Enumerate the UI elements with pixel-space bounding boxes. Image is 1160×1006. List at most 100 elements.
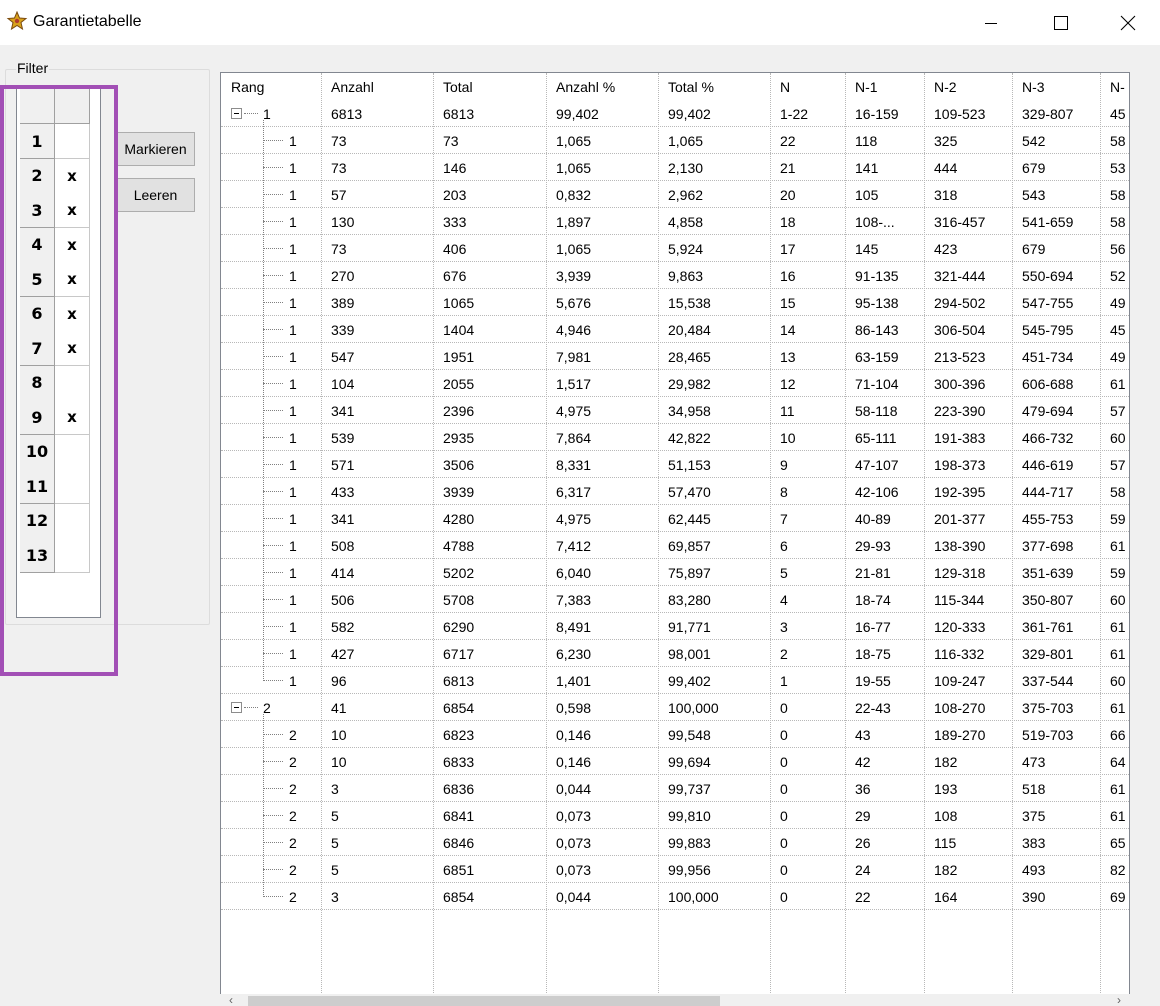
- tree-group-row[interactable]: 2 41 6854 0,598 100,000 0 22-43 108-270 375-703 6…: [221, 694, 1129, 721]
- table-row[interactable]: 1 341 2396 4,975 34,958 11 58-118 223-390 479-69…: [221, 397, 1129, 424]
- cell-anzahl-pct: 8,331: [556, 456, 592, 473]
- filter-row[interactable]: 9x: [20, 400, 90, 435]
- cell-anzahl: 5: [331, 861, 339, 878]
- minimize-button[interactable]: [956, 0, 1026, 45]
- table-row[interactable]: 2 3 6854 0,044 100,000 0 22 164 390 69: [221, 883, 1129, 910]
- table-row[interactable]: 2 5 6851 0,073 99,956 0 24 182 493 82: [221, 856, 1129, 883]
- filter-row-mark[interactable]: [55, 434, 90, 470]
- collapse-icon[interactable]: [231, 108, 242, 119]
- table-row[interactable]: 1 582 6290 8,491 91,771 3 16-77 120-333 361-761 6…: [221, 613, 1129, 640]
- column-header[interactable]: Total %: [668, 73, 714, 100]
- leeren-button[interactable]: Leeren: [116, 178, 195, 212]
- collapse-icon[interactable]: [231, 702, 242, 713]
- table-row[interactable]: 1 73 146 1,065 2,130 21 141 444 679 53: [221, 154, 1129, 181]
- cell-n1: 95-138: [855, 294, 899, 311]
- filter-row-number: 1: [20, 124, 55, 159]
- filter-row-mark[interactable]: [55, 365, 90, 401]
- cell-n3: 451-734: [1022, 348, 1074, 365]
- horizontal-scrollbar[interactable]: ‹ ›: [220, 994, 1130, 1006]
- tree-connector: [263, 653, 283, 654]
- table-row[interactable]: 1 571 3506 8,331 51,153 9 47-107 198-373 446-619…: [221, 451, 1129, 478]
- table-row[interactable]: 1 104 2055 1,517 29,982 12 71-104 300-396 606-68…: [221, 370, 1129, 397]
- filter-row-mark[interactable]: x: [55, 296, 90, 332]
- cell-rang: 1: [289, 267, 297, 284]
- column-header[interactable]: Total: [443, 73, 473, 100]
- guarantee-tree-table[interactable]: Rang Anzahl Total Anzahl % Total % N N-1 N-2 N-3…: [220, 72, 1130, 1006]
- table-row[interactable]: 1 130 333 1,897 4,858 18 108-... 316-457 541-659…: [221, 208, 1129, 235]
- filter-row-mark[interactable]: [55, 469, 90, 504]
- filter-row[interactable]: 8: [20, 365, 90, 401]
- filter-row-mark[interactable]: x: [55, 262, 90, 297]
- table-row[interactable]: 1 341 4280 4,975 62,445 7 40-89 201-377 455-753 5…: [221, 505, 1129, 532]
- column-header[interactable]: N-3: [1022, 73, 1045, 100]
- table-row[interactable]: 1 539 2935 7,864 42,822 10 65-111 191-383 466-73…: [221, 424, 1129, 451]
- cell-n1: 58-118: [855, 402, 898, 419]
- filter-row[interactable]: 3x: [20, 193, 90, 228]
- filter-row[interactable]: 1: [20, 124, 90, 159]
- filter-row-mark[interactable]: x: [55, 158, 90, 194]
- tree-connector: [263, 140, 283, 141]
- table-row[interactable]: 1 73 73 1,065 1,065 22 118 325 542 58: [221, 127, 1129, 154]
- cell-total-pct: 4,858: [668, 213, 704, 230]
- filter-row-mark[interactable]: x: [55, 400, 90, 435]
- filter-grid[interactable]: 1 2 x 3 x 4 x 5 x 6 x 7 x 8 9 x 10 11 12 13: [16, 85, 101, 618]
- filter-row-mark[interactable]: [55, 124, 90, 159]
- filter-row-mark[interactable]: [55, 503, 90, 539]
- filter-row-mark[interactable]: x: [55, 227, 90, 263]
- column-header[interactable]: N-: [1110, 73, 1125, 100]
- title-bar: Garantietabelle: [0, 0, 1160, 45]
- cell-total: 6841: [443, 807, 475, 824]
- column-header[interactable]: N: [780, 73, 790, 100]
- cell-n2: 191-383: [934, 429, 986, 446]
- tree-connector: [263, 275, 283, 276]
- table-row[interactable]: 2 10 6823 0,146 99,548 0 43 189-270 519-703 66: [221, 721, 1129, 748]
- filter-row-mark[interactable]: [55, 538, 90, 573]
- cell-n4: 57: [1110, 456, 1126, 473]
- maximize-button[interactable]: [1026, 0, 1096, 45]
- table-row[interactable]: 1 339 1404 4,946 20,484 14 86-143 306-504 545-79…: [221, 316, 1129, 343]
- filter-row[interactable]: 11: [20, 469, 90, 504]
- filter-row[interactable]: 2x: [20, 158, 90, 194]
- table-row[interactable]: 2 5 6841 0,073 99,810 0 29 108 375 61: [221, 802, 1129, 829]
- table-row[interactable]: 1 427 6717 6,230 98,001 2 18-75 116-332 329-801 6…: [221, 640, 1129, 667]
- table-row[interactable]: 1 57 203 0,832 2,962 20 105 318 543 58: [221, 181, 1129, 208]
- cell-anzahl: 5: [331, 834, 339, 851]
- filter-row[interactable]: 4x: [20, 227, 90, 263]
- filter-row[interactable]: 6x: [20, 296, 90, 332]
- scrollbar-thumb[interactable]: [248, 996, 720, 1006]
- table-row[interactable]: 1 73 406 1,065 5,924 17 145 423 679 56: [221, 235, 1129, 262]
- filter-row[interactable]: 7x: [20, 331, 90, 366]
- tree-connector: [263, 815, 283, 816]
- cell-n1: 29-93: [855, 537, 891, 554]
- chevron-right-icon[interactable]: ›: [1110, 994, 1128, 1006]
- markieren-button[interactable]: Markieren: [116, 132, 195, 166]
- column-header[interactable]: Anzahl: [331, 73, 374, 100]
- table-row[interactable]: 1 389 1065 5,676 15,538 15 95-138 294-502 547-75…: [221, 289, 1129, 316]
- filter-row[interactable]: 12: [20, 503, 90, 539]
- table-row[interactable]: 1 270 676 3,939 9,863 16 91-135 321-444 550-694 5…: [221, 262, 1129, 289]
- table-row[interactable]: 1 506 5708 7,383 83,280 4 18-74 115-344 350-807 6…: [221, 586, 1129, 613]
- filter-row-mark[interactable]: x: [55, 193, 90, 228]
- filter-row[interactable]: 13: [20, 538, 90, 573]
- table-row[interactable]: 1 414 5202 6,040 75,897 5 21-81 129-318 351-639 5…: [221, 559, 1129, 586]
- table-row[interactable]: 1 547 1951 7,981 28,465 13 63-159 213-523 451-73…: [221, 343, 1129, 370]
- tree-group-row[interactable]: 1 6813 6813 99,402 99,402 1-22 16-159 109-523 32…: [221, 100, 1129, 127]
- table-row[interactable]: 1 96 6813 1,401 99,402 1 19-55 109-247 337-544 60: [221, 667, 1129, 694]
- table-row[interactable]: 1 508 4788 7,412 69,857 6 29-93 138-390 377-698 6…: [221, 532, 1129, 559]
- filter-row-number: 13: [20, 538, 55, 573]
- column-header[interactable]: Anzahl %: [556, 73, 615, 100]
- chevron-left-icon[interactable]: ‹: [222, 994, 240, 1006]
- filter-row[interactable]: 5x: [20, 262, 90, 297]
- table-row[interactable]: 2 10 6833 0,146 99,694 0 42 182 473 64: [221, 748, 1129, 775]
- filter-row[interactable]: 10: [20, 434, 90, 470]
- table-row[interactable]: 1 433 3939 6,317 57,470 8 42-106 192-395 444-717…: [221, 478, 1129, 505]
- column-header[interactable]: N-2: [934, 73, 957, 100]
- column-header[interactable]: Rang: [231, 73, 264, 100]
- filter-row-mark[interactable]: x: [55, 331, 90, 366]
- tree-connector: [263, 545, 283, 546]
- cell-total-pct: 34,958: [668, 402, 711, 419]
- table-row[interactable]: 2 3 6836 0,044 99,737 0 36 193 518 61: [221, 775, 1129, 802]
- close-button[interactable]: [1096, 0, 1160, 45]
- column-header[interactable]: N-1: [855, 73, 878, 100]
- table-row[interactable]: 2 5 6846 0,073 99,883 0 26 115 383 65: [221, 829, 1129, 856]
